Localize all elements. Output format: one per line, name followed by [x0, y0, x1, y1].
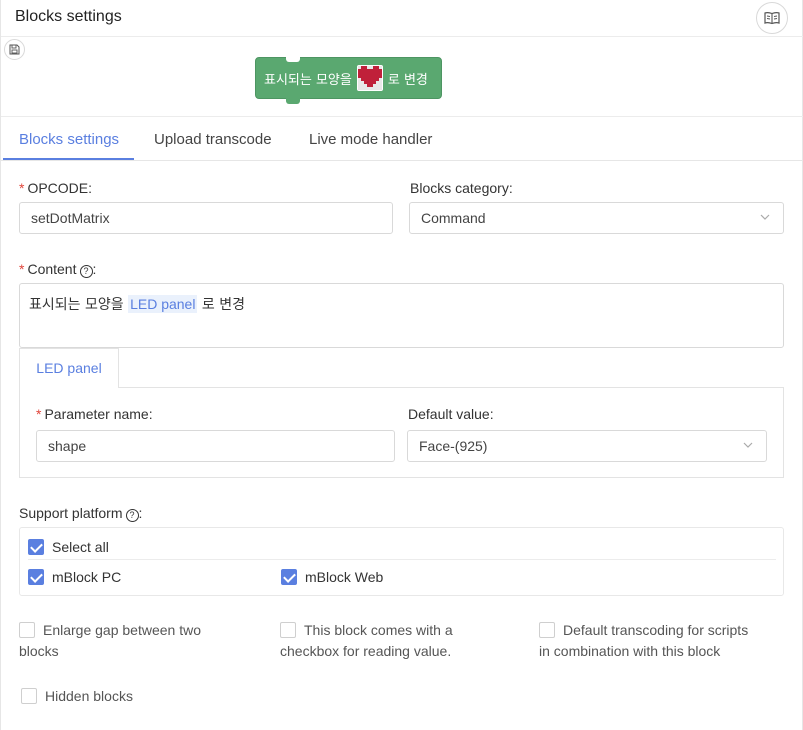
- param-tab-led-panel[interactable]: LED panel: [19, 348, 119, 388]
- option-enlarge-gap-line1: Enlarge gap between two: [43, 622, 201, 638]
- checkbox-unchecked[interactable]: [21, 688, 37, 704]
- book-icon: [764, 12, 780, 25]
- option-hidden-blocks-label: Hidden blocks: [45, 688, 133, 704]
- content-text-after: 로 변경: [201, 297, 246, 313]
- opcode-input[interactable]: setDotMatrix: [19, 202, 393, 234]
- checkbox-checked[interactable]: [281, 569, 297, 585]
- blocks-category-select[interactable]: Command: [409, 202, 784, 234]
- default-value-value: Face-(925): [419, 438, 488, 454]
- question-icon[interactable]: ?: [79, 265, 93, 278]
- opcode-label-text: OPCODE:: [27, 180, 93, 196]
- checkbox-checked[interactable]: [28, 569, 44, 585]
- save-button[interactable]: [4, 39, 25, 60]
- block-text-before: 표시되는 모양을: [264, 72, 352, 88]
- content-label-suffix: :: [92, 261, 97, 277]
- checkbox-unchecked[interactable]: [19, 622, 35, 638]
- question-icon[interactable]: ?: [125, 509, 139, 522]
- option-reading-checkbox-line1: This block comes with a: [304, 622, 453, 638]
- support-platform-box: Select all mBlock PC mBlock Web: [19, 527, 784, 596]
- select-all-label: Select all: [52, 539, 109, 555]
- block-notch-bottom: [286, 98, 300, 104]
- content-label: * Content?:: [19, 261, 96, 278]
- support-platform-label: Support platform?:: [19, 505, 142, 522]
- blocks-category-label: Blocks category:: [410, 180, 513, 196]
- opcode-label: * OPCODE:: [19, 180, 92, 196]
- led-dot: [378, 87, 382, 90]
- option-default-transcoding-line2: in combination with this block: [539, 643, 721, 659]
- select-all-checkbox[interactable]: Select all: [28, 539, 109, 555]
- panel-header: Blocks settings: [1, 0, 803, 37]
- support-platform-label-suffix: :: [138, 505, 143, 521]
- blocks-category-value: Command: [421, 210, 486, 226]
- content-textarea[interactable]: 표시되는 모양을 LED panel 로 변경: [19, 283, 784, 348]
- blocks-settings-panel: Blocks settings 표시되는 모양을 로 변경 Blocks set…: [0, 0, 803, 730]
- divider: [28, 559, 776, 560]
- tab-blocks-settings[interactable]: Blocks settings: [19, 131, 119, 148]
- platform-mblock-web-checkbox[interactable]: mBlock Web: [281, 569, 383, 585]
- param-name-input[interactable]: shape: [36, 430, 395, 462]
- param-name-label: * Parameter name:: [36, 406, 153, 422]
- content-param-tag[interactable]: LED panel: [128, 295, 198, 313]
- tab-live-mode-handler[interactable]: Live mode handler: [309, 131, 432, 148]
- help-button[interactable]: [756, 2, 788, 34]
- param-name-label-text: Parameter name:: [44, 406, 153, 422]
- parameter-panel: * Parameter name: shape Default value: Fa…: [19, 387, 784, 478]
- option-hidden-blocks[interactable]: Hidden blocks: [21, 686, 261, 707]
- block-notch-top: [286, 57, 300, 62]
- active-tab-indicator: [3, 158, 134, 160]
- required-mark: *: [19, 261, 25, 277]
- option-enlarge-gap[interactable]: Enlarge gap between two blocks: [19, 620, 259, 662]
- option-reading-checkbox-line2: checkbox for reading value.: [280, 643, 452, 659]
- required-mark: *: [19, 180, 25, 196]
- platform-mblock-web-label: mBlock Web: [305, 569, 384, 585]
- default-value-select[interactable]: Face-(925): [407, 430, 767, 462]
- option-default-transcoding-line1: Default transcoding for scripts: [563, 622, 749, 638]
- content-label-text: Content: [27, 261, 77, 277]
- chevron-down-icon: [743, 442, 753, 448]
- block-text-after: 로 변경: [387, 72, 428, 88]
- heart-dot-matrix-icon[interactable]: [356, 65, 383, 91]
- chevron-down-icon: [760, 214, 770, 220]
- option-default-transcoding[interactable]: Default transcoding for scripts in combin…: [539, 620, 789, 662]
- checkbox-checked[interactable]: [28, 539, 44, 555]
- tab-upload-transcode[interactable]: Upload transcode: [154, 131, 272, 148]
- settings-tabs: Blocks settings Upload transcode Live mo…: [1, 117, 803, 161]
- checkbox-unchecked[interactable]: [539, 622, 555, 638]
- content-text-before: 표시되는 모양을: [29, 297, 124, 313]
- default-value-label: Default value:: [408, 406, 494, 422]
- save-icon: [9, 44, 20, 55]
- option-enlarge-gap-line2: blocks: [19, 643, 59, 659]
- checkbox-unchecked[interactable]: [280, 622, 296, 638]
- block-preview-area: 표시되는 모양을 로 변경: [1, 37, 803, 117]
- support-platform-label-text: Support platform: [19, 505, 123, 521]
- block-preview[interactable]: 표시되는 모양을 로 변경: [255, 57, 442, 104]
- platform-mblock-pc-checkbox[interactable]: mBlock PC: [28, 569, 121, 585]
- required-mark: *: [36, 406, 42, 422]
- option-reading-checkbox[interactable]: This block comes with a checkbox for read…: [280, 620, 520, 662]
- panel-title: Blocks settings: [15, 8, 122, 25]
- platform-mblock-pc-label: mBlock PC: [52, 569, 122, 585]
